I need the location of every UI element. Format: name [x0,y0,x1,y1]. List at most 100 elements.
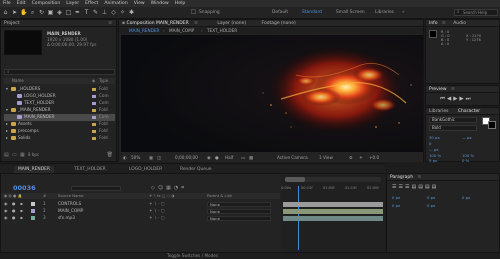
last-frame-icon[interactable]: ⏭ [466,96,473,102]
lock-icon[interactable]: ▪ [20,216,25,220]
timeline-layer-row[interactable]: ◉ ● ▪ 2 MAIN_COMP ✶ ∖ · ▢ None [1,208,280,214]
layer-switches-icon[interactable]: ✶ ∖ · ▢ [149,201,164,207]
composition-viewer[interactable] [121,35,423,152]
brush-tool-icon[interactable]: ✎ [92,9,99,16]
column-type[interactable]: Type [99,78,108,84]
workspace-standard[interactable]: Standard [302,10,322,15]
new-composition-icon[interactable]: ▦ [20,152,25,158]
region-of-interest-icon[interactable]: ▭ [241,154,245,162]
snapping-checkbox-icon[interactable]: ☐ [190,9,197,16]
rotate-tool-icon[interactable]: ↻ [38,9,45,16]
work-area-handle[interactable] [285,177,305,182]
view-tab-main-comp[interactable]: MAIN_COMP [169,28,194,34]
menu-help[interactable]: Help [175,1,185,6]
layer-name[interactable]: CONTROLS [58,201,81,207]
twirl-icon[interactable]: ▾ [6,86,10,93]
snapshot-icon[interactable]: ◉ [207,154,211,162]
label-color-swatch[interactable] [92,115,96,119]
layer-label-color[interactable] [31,216,35,220]
lock-icon[interactable]: ▪ [20,202,25,206]
grid-icon[interactable]: ▦ [149,154,153,162]
column-name[interactable]: Name [12,78,24,84]
solo-icon[interactable]: ● [12,216,17,220]
camera-dropdown[interactable]: Active Camera [277,154,308,162]
label-color-swatch[interactable] [92,101,96,105]
exposure-icon[interactable]: ☀ [359,154,363,162]
layer-tab[interactable]: Layer (none) [217,21,246,26]
project-search-input[interactable]: ⌕ [4,69,115,75]
timeline-graph-area[interactable]: 0:00s 00:15f 01:00f 01:15f 02:00f [281,174,385,252]
draft-3d-icon[interactable]: ◇ [151,185,158,191]
home-icon[interactable]: ⌂ [2,9,9,16]
parent-dropdown[interactable]: None [207,201,271,207]
first-frame-icon[interactable]: ⏮ [440,96,447,102]
layer-label-color[interactable] [31,202,35,206]
leading-value[interactable]: — px [462,135,472,140]
label-color-swatch[interactable] [92,94,96,98]
menu-file[interactable]: File [3,1,11,6]
toggle-switches-modes-button[interactable]: Toggle Switches / Modes [167,253,218,258]
label-color-swatch[interactable] [92,108,96,112]
parent-dropdown[interactable]: None [207,208,271,214]
work-area-bar[interactable] [285,177,381,182]
shape-tool-icon[interactable]: □ [65,9,72,16]
exposure-value[interactable]: +0.0 [369,154,379,162]
show-channel-icon[interactable]: ● [215,154,219,162]
menu-window[interactable]: Window [151,1,169,6]
twirl-icon[interactable]: ▸ [6,121,10,128]
always-preview-icon[interactable]: ◐ [123,154,127,162]
justify-last-right-icon[interactable]: ▤ [425,184,432,190]
indent-left-value[interactable]: 0 px [392,195,400,200]
current-time-display[interactable]: 0;00;00;00 [175,154,198,162]
project-item-row[interactable]: ▾ _MAIN_RENDER Fold [4,107,115,114]
parent-dropdown[interactable]: None [207,215,271,221]
hand-tool-icon[interactable]: ✋ [20,9,27,16]
font-family-dropdown[interactable]: BankGothic [429,117,477,123]
twirl-icon[interactable]: ▸ [6,135,10,142]
twirl-icon[interactable]: ▾ [6,107,10,114]
puppet-tool-icon[interactable]: ✱ [128,9,135,16]
pen-tool-icon[interactable]: ✒ [74,9,81,16]
layer-duration-bar[interactable] [283,208,383,214]
eye-icon[interactable]: ◉ [4,216,9,220]
roto-brush-tool-icon[interactable]: ✧ [119,9,126,16]
layer-name[interactable]: sfx.mp3 [58,215,75,221]
stroke-width-value[interactable]: — px [429,147,439,152]
panel-menu-icon[interactable]: ≡ [442,21,446,26]
project-item-row[interactable]: ▾ _HOLDERS Fold [4,86,115,93]
frame-blending-icon[interactable]: ▦ [166,185,174,191]
layer-switches-icon[interactable]: ✶ ∖ · ▢ [149,215,164,221]
timeline-layer-row[interactable]: ◉ ● ▪ 1 CONTROLS ✶ ∖ · ▢ None [1,201,280,207]
interpret-footage-icon[interactable]: ▤ [4,152,9,158]
bpc-label[interactable]: 8 bpc [28,152,39,158]
label-column-icon[interactable]: ◆ [92,78,95,84]
workspace-libraries[interactable]: Libraries [375,10,394,15]
views-dropdown[interactable]: 1 View [319,154,333,162]
panel-menu-icon[interactable]: ≡ [108,20,112,27]
render-options-icon[interactable]: ⚙ [349,154,353,162]
label-color-swatch[interactable] [92,136,96,140]
audio-tab[interactable]: Audio [453,21,466,26]
project-item-row[interactable]: ▸ Assets Fold [4,121,115,128]
paragraph-tab[interactable]: Paragraph [390,175,413,180]
info-tab[interactable]: Info [429,21,438,26]
resolution-dropdown[interactable]: Half [225,154,233,162]
justify-all-icon[interactable]: ▤ [432,184,439,190]
footage-tab[interactable]: Footage (none) [262,21,296,26]
project-item-row[interactable]: TEXT_HOLDER Com [4,100,115,107]
indent-first-line-value[interactable]: 0 px [462,195,470,200]
preview-tab[interactable]: Preview [429,87,447,92]
menu-animation[interactable]: Animation [104,1,127,6]
menu-layer[interactable]: Layer [66,1,79,6]
project-item-row[interactable]: MAIN_RENDER Com [4,114,115,121]
solo-icon[interactable]: ● [12,209,17,213]
justify-last-center-icon[interactable]: ▤ [418,184,425,190]
baseline-shift-value[interactable]: 0 px [429,158,437,163]
tsume-value[interactable]: 0 % [462,158,469,163]
eraser-tool-icon[interactable]: ◇ [110,9,117,16]
menu-effect[interactable]: Effect [85,1,98,6]
mask-visibility-icon[interactable]: ◫ [157,154,161,162]
panel-menu-icon[interactable]: ≡ [194,21,198,26]
layer-name[interactable]: MAIN_COMP [58,208,83,214]
project-item-row[interactable]: ▸ precomps Fold [4,128,115,135]
